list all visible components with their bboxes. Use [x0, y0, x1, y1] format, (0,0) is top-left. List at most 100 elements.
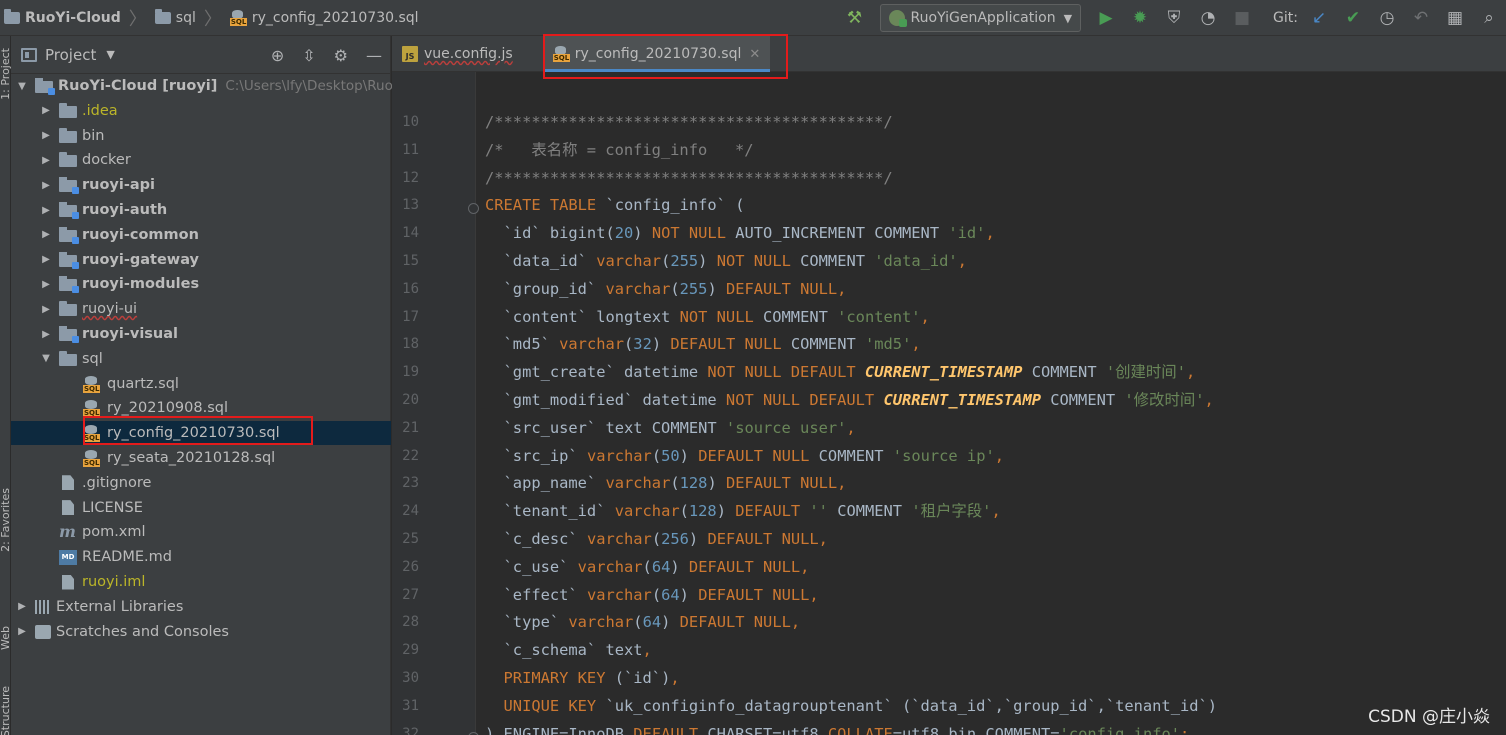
code-line: `content` longtext NOT NULL COMMENT 'con…: [485, 305, 930, 329]
code-token: ): [651, 335, 671, 354]
chevron-right-icon[interactable]: ▶: [39, 105, 53, 116]
tree-item[interactable]: ▶ ruoyi-ui: [11, 297, 391, 321]
git-rollback-icon[interactable]: ↶: [1409, 6, 1433, 30]
code-token: CURRENT_TIMESTAMP: [864, 363, 1023, 382]
code-token: DEFAULT NULL,: [698, 585, 819, 604]
git-history-clock-icon[interactable]: ◷: [1375, 6, 1399, 30]
tree-item[interactable]: ▶ bin: [11, 124, 391, 148]
module-folder-icon: [59, 326, 79, 343]
project-view-selector[interactable]: Project: [45, 46, 96, 64]
code-token: CHARSET=utf8: [707, 724, 828, 735]
tree-item[interactable]: ▼ sql: [11, 347, 391, 371]
chevron-down-icon[interactable]: ▼: [106, 48, 114, 61]
tree-item[interactable]: ▶ ruoyi-common: [11, 223, 391, 247]
chevron-right-icon[interactable]: ▶: [39, 130, 53, 141]
chevron-right-icon[interactable]: ▶: [15, 626, 29, 637]
tab-ry-config-sql[interactable]: ry_config_20210730.sql ✕: [542, 36, 771, 72]
search-everywhere-icon[interactable]: ⌕: [1477, 6, 1501, 30]
tree-item-label: ry_20210908.sql: [107, 400, 228, 417]
code-token: `type`: [485, 613, 569, 632]
breadcrumb-project[interactable]: RuoYi-Cloud: [0, 0, 125, 36]
chevron-down-icon[interactable]: ▼: [15, 81, 29, 92]
tree-item[interactable]: MD README.md: [11, 545, 391, 569]
code-line: `id` bigint(20) NOT NULL AUTO_INCREMENT …: [485, 221, 995, 245]
tree-item[interactable]: ry_config_20210730.sql: [11, 421, 391, 446]
code-token: UNIQUE KEY: [485, 696, 606, 715]
chevron-right-icon[interactable]: ▶: [15, 601, 29, 612]
tree-item[interactable]: ▶ Scratches and Consoles: [11, 620, 391, 644]
hide-panel-icon[interactable]: —: [366, 46, 382, 65]
chevron-right-icon[interactable]: ▶: [39, 304, 53, 315]
tree-item[interactable]: ▼ RuoYi-Cloud [ruoyi] C:\Users\lfy\Desktop…: [11, 74, 409, 98]
chevron-right-icon[interactable]: ▶: [39, 254, 53, 265]
run-configuration-selector[interactable]: RuoYiGenApplication ▼: [879, 4, 1082, 32]
chevron-right-icon[interactable]: ▶: [39, 279, 53, 290]
code-token: varchar: [605, 279, 671, 298]
close-icon[interactable]: ✕: [749, 47, 760, 62]
chevron-right-icon[interactable]: ▶: [39, 229, 53, 240]
build-hammer-icon[interactable]: ⚒: [843, 6, 867, 30]
code-token: DEFAULT NULL,: [688, 557, 810, 576]
code-token: '': [809, 502, 828, 521]
profile-icon[interactable]: ◔: [1196, 6, 1220, 30]
line-number: 11: [402, 141, 419, 158]
code-token: /***************************************…: [485, 168, 893, 187]
gear-icon[interactable]: ⚙: [334, 46, 348, 65]
locate-crosshair-icon[interactable]: ⊕: [271, 46, 284, 65]
code-token: 32: [633, 335, 652, 354]
fold-marker-icon[interactable]: [468, 203, 479, 215]
tree-item[interactable]: LICENSE: [11, 496, 391, 520]
coverage-shield-icon[interactable]: ⛨: [1162, 6, 1186, 30]
tree-item[interactable]: ▶ docker: [11, 148, 391, 172]
tree-item[interactable]: ▶ ruoyi-auth: [11, 198, 391, 222]
code-area[interactable]: /***************************************…: [485, 72, 1506, 735]
tab-vue-config[interactable]: JS vue.config.js: [392, 36, 523, 72]
stop-icon[interactable]: ■: [1230, 6, 1254, 30]
tree-item[interactable]: ▶ ruoyi-api: [11, 173, 391, 197]
library-icon: [35, 599, 51, 614]
code-token: ): [633, 224, 652, 243]
breadcrumb-file[interactable]: ry_config_20210730.sql: [226, 0, 423, 36]
code-token: ): [670, 557, 689, 576]
tree-item[interactable]: .gitignore: [11, 471, 391, 495]
tree-item[interactable]: ▶ .idea: [11, 99, 391, 123]
code-token: `app_name`: [485, 474, 606, 493]
git-update-arrow-icon[interactable]: ↙: [1307, 6, 1331, 30]
tree-item-label: Scratches and Consoles: [56, 623, 229, 640]
tree-item[interactable]: ▶ ruoyi-visual: [11, 322, 391, 346]
tree-item-label: External Libraries: [56, 598, 184, 615]
tree-item[interactable]: ▶ External Libraries: [11, 595, 391, 619]
tree-item[interactable]: ▶ ruoyi-gateway: [11, 248, 391, 272]
chevron-right-icon[interactable]: ▶: [39, 155, 53, 166]
code-token: 255: [679, 279, 708, 298]
code-line: `group_id` varchar(255) DEFAULT NULL,: [485, 277, 847, 301]
code-token: varchar: [586, 530, 652, 548]
code-token: `c_schema` text: [485, 641, 643, 660]
fold-marker-icon[interactable]: [468, 731, 479, 735]
collapse-all-icon[interactable]: ⇳: [302, 46, 315, 65]
code-token: (: [679, 502, 689, 521]
debug-bug-icon[interactable]: ✹: [1128, 6, 1152, 30]
run-icon[interactable]: ▶: [1094, 6, 1118, 30]
chevron-right-icon[interactable]: ▶: [39, 329, 53, 340]
code-token: varchar: [614, 502, 680, 521]
tree-item[interactable]: quartz.sql: [11, 372, 391, 396]
chevron-right-icon[interactable]: ▶: [39, 180, 53, 191]
tree-item[interactable]: ry_20210908.sql: [11, 396, 391, 420]
project-panel-header: Project ▼ ⊕ ⇳ ⚙ —: [11, 36, 390, 74]
tree-item-label: ruoyi-api: [82, 177, 156, 194]
tree-item[interactable]: ry_seata_20210128.sql: [11, 446, 391, 470]
chevron-down-icon[interactable]: ▼: [39, 353, 53, 364]
tree-item[interactable]: m pom.xml: [11, 520, 391, 544]
module-folder-icon: [35, 78, 55, 95]
code-token: varchar: [577, 557, 643, 576]
line-number: 28: [402, 614, 419, 631]
tab-label: vue.config.js: [424, 46, 513, 62]
tree-item[interactable]: ruoyi.iml: [11, 570, 391, 594]
tree-item[interactable]: ▶ ruoyi-modules: [11, 272, 391, 296]
code-token: NOT NULL: [716, 252, 801, 270]
breadcrumb-folder[interactable]: sql: [151, 0, 200, 36]
project-structure-icon[interactable]: ▦: [1443, 6, 1467, 30]
git-commit-check-icon[interactable]: ✔: [1341, 6, 1365, 30]
chevron-right-icon[interactable]: ▶: [39, 205, 53, 216]
